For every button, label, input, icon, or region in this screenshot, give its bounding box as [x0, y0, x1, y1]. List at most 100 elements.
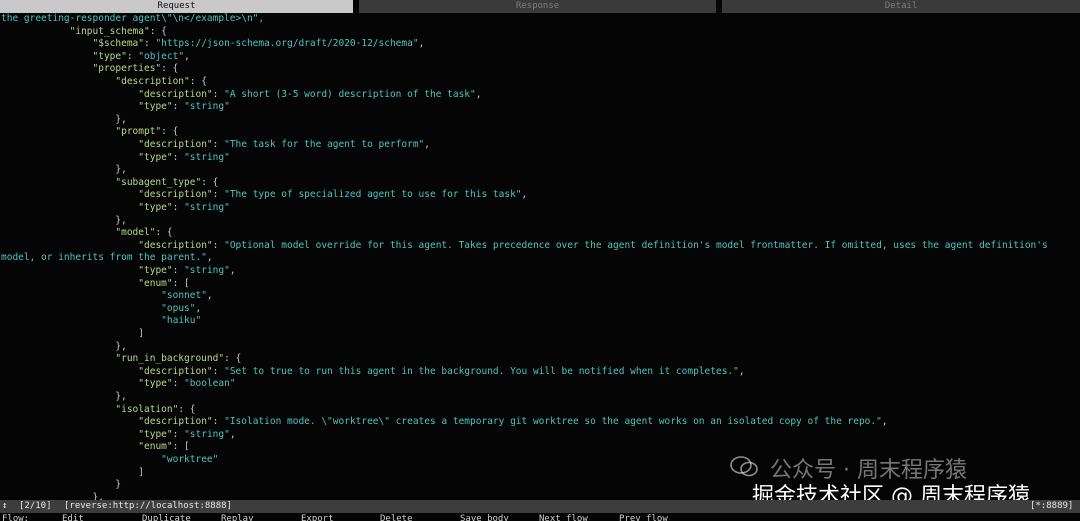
json-punctuation	[1, 290, 161, 301]
code-line: "description": "Optional model override …	[1, 239, 1048, 253]
json-key: "subagent_type"	[115, 176, 202, 188]
json-string: "opus"	[161, 302, 196, 314]
code-line: }	[1, 479, 121, 492]
json-punctuation	[1, 404, 115, 415]
json-punctuation: : {	[189, 76, 207, 87]
code-line: "type": "string"	[1, 101, 230, 114]
json-key: "run_in_background"	[115, 353, 225, 365]
json-string: model, or inherits from the parent."	[1, 252, 207, 264]
json-string: "Optional model override for this agent.…	[224, 239, 1048, 251]
json-punctuation: :	[172, 265, 185, 276]
json-punctuation: : {	[178, 403, 196, 415]
json-punctuation: ,	[195, 302, 202, 314]
code-line: },	[1, 114, 126, 127]
json-key: "description"	[138, 139, 213, 150]
wechat-icon	[730, 456, 758, 477]
json-punctuation: ,	[475, 88, 482, 100]
json-punctuation: : [	[172, 277, 190, 289]
code-line: "input_schema": {	[1, 26, 167, 39]
json-key: "type"	[138, 378, 173, 390]
json-punctuation: : {	[149, 25, 167, 37]
json-punctuation: ,	[206, 252, 213, 264]
keybinding-duplicate[interactable]: Duplicate	[142, 514, 191, 521]
code-line: "type": "string",	[1, 265, 236, 278]
json-punctuation	[1, 101, 138, 112]
json-punctuation: ,	[738, 365, 745, 377]
json-key: "prompt"	[115, 126, 162, 138]
json-string: "boolean"	[184, 378, 236, 390]
code-line: ]	[1, 467, 144, 480]
keybinding-edit[interactable]: Edit	[62, 514, 84, 521]
json-string: "object"	[138, 50, 185, 62]
json-string: "The task for the agent to perform"	[224, 139, 425, 150]
code-line: },	[1, 492, 104, 500]
json-punctuation: :	[172, 378, 185, 390]
json-punctuation: ,	[424, 139, 431, 150]
code-line: "enum": [	[1, 278, 190, 291]
json-key: "input_schema"	[69, 25, 150, 37]
json-string: "https://json-schema.org/draft/2020-12/s…	[155, 38, 419, 50]
json-key: "description"	[138, 365, 213, 377]
keybinding-prev-flow[interactable]: Prev flow	[619, 514, 668, 521]
keybinding-next-flow[interactable]: Next flow	[539, 514, 588, 521]
request-body-viewer[interactable]: the greeting-responder agent\"\n</exampl…	[0, 13, 1080, 500]
keybinding-delete[interactable]: Delete	[380, 514, 413, 521]
code-line: "haiku"	[1, 315, 201, 328]
json-key: "model"	[115, 227, 156, 239]
listen-address: [*:8889]	[1030, 501, 1074, 511]
tab-response[interactable]: Response	[359, 0, 716, 13]
json-punctuation	[1, 189, 138, 200]
code-line: "description": "The type of specialized …	[1, 189, 527, 202]
json-punctuation	[1, 26, 70, 37]
json-key: "description"	[138, 88, 213, 100]
code-line: "description": "The task for the agent t…	[1, 139, 430, 152]
json-punctuation: :	[172, 202, 185, 213]
json-string: "string"	[184, 428, 230, 440]
json-punctuation	[1, 441, 138, 452]
json-punctuation: },	[1, 391, 127, 402]
json-punctuation: },	[1, 491, 104, 500]
code-line: "properties": {	[1, 63, 179, 76]
json-punctuation: :	[172, 101, 185, 113]
json-punctuation	[1, 89, 138, 100]
code-line: "opus",	[1, 303, 201, 316]
code-line: "type": "string"	[1, 202, 230, 215]
code-line: "type": "boolean"	[1, 378, 236, 391]
json-string: "sonnet"	[161, 290, 207, 302]
code-line: "subagent_type": {	[1, 177, 218, 190]
json-punctuation: :	[212, 139, 225, 150]
json-key: "description"	[138, 189, 213, 201]
tab-detail[interactable]: Detail	[722, 0, 1080, 13]
json-key: "enum"	[138, 277, 173, 289]
code-line: "run_in_background": {	[1, 353, 241, 366]
json-punctuation: : {	[161, 126, 179, 138]
code-line: "worktree"	[1, 454, 218, 467]
keybinding-export[interactable]: Export	[301, 514, 334, 521]
json-string: "string"	[184, 265, 230, 276]
json-punctuation: ,	[229, 428, 236, 440]
json-punctuation: },	[1, 164, 127, 176]
json-punctuation: ]	[1, 466, 144, 478]
keybinding-save-body[interactable]: Save body	[460, 514, 509, 521]
json-punctuation	[1, 315, 161, 326]
json-punctuation: :	[212, 88, 225, 100]
json-punctuation: ,	[418, 38, 425, 50]
json-punctuation: ,	[206, 290, 213, 302]
proxy-mode: [reverse:http://localhost:8888]	[64, 501, 232, 511]
json-punctuation: ,	[229, 265, 236, 276]
code-line: "type": "string",	[1, 428, 236, 442]
code-line: model, or inherits from the parent.",	[1, 252, 213, 265]
json-punctuation: },	[1, 214, 127, 226]
status-bar: ↕ [2/10] [reverse:http://localhost:8888]…	[0, 500, 1080, 513]
code-line: ]	[1, 328, 144, 341]
keybinding-flow: Flow:	[2, 514, 30, 521]
keybinding-replay[interactable]: Replay	[221, 514, 254, 521]
json-key: "description"	[138, 416, 213, 428]
tab-request[interactable]: Request	[0, 0, 353, 13]
json-key: "properties"	[92, 63, 162, 75]
json-string: "string"	[184, 101, 230, 113]
keybinding-bar: Flow: Edit Duplicate Replay Export Delete Save…	[0, 513, 1080, 521]
json-punctuation: },	[1, 340, 127, 352]
json-key: "description"	[138, 239, 213, 251]
json-punctuation	[1, 152, 138, 163]
